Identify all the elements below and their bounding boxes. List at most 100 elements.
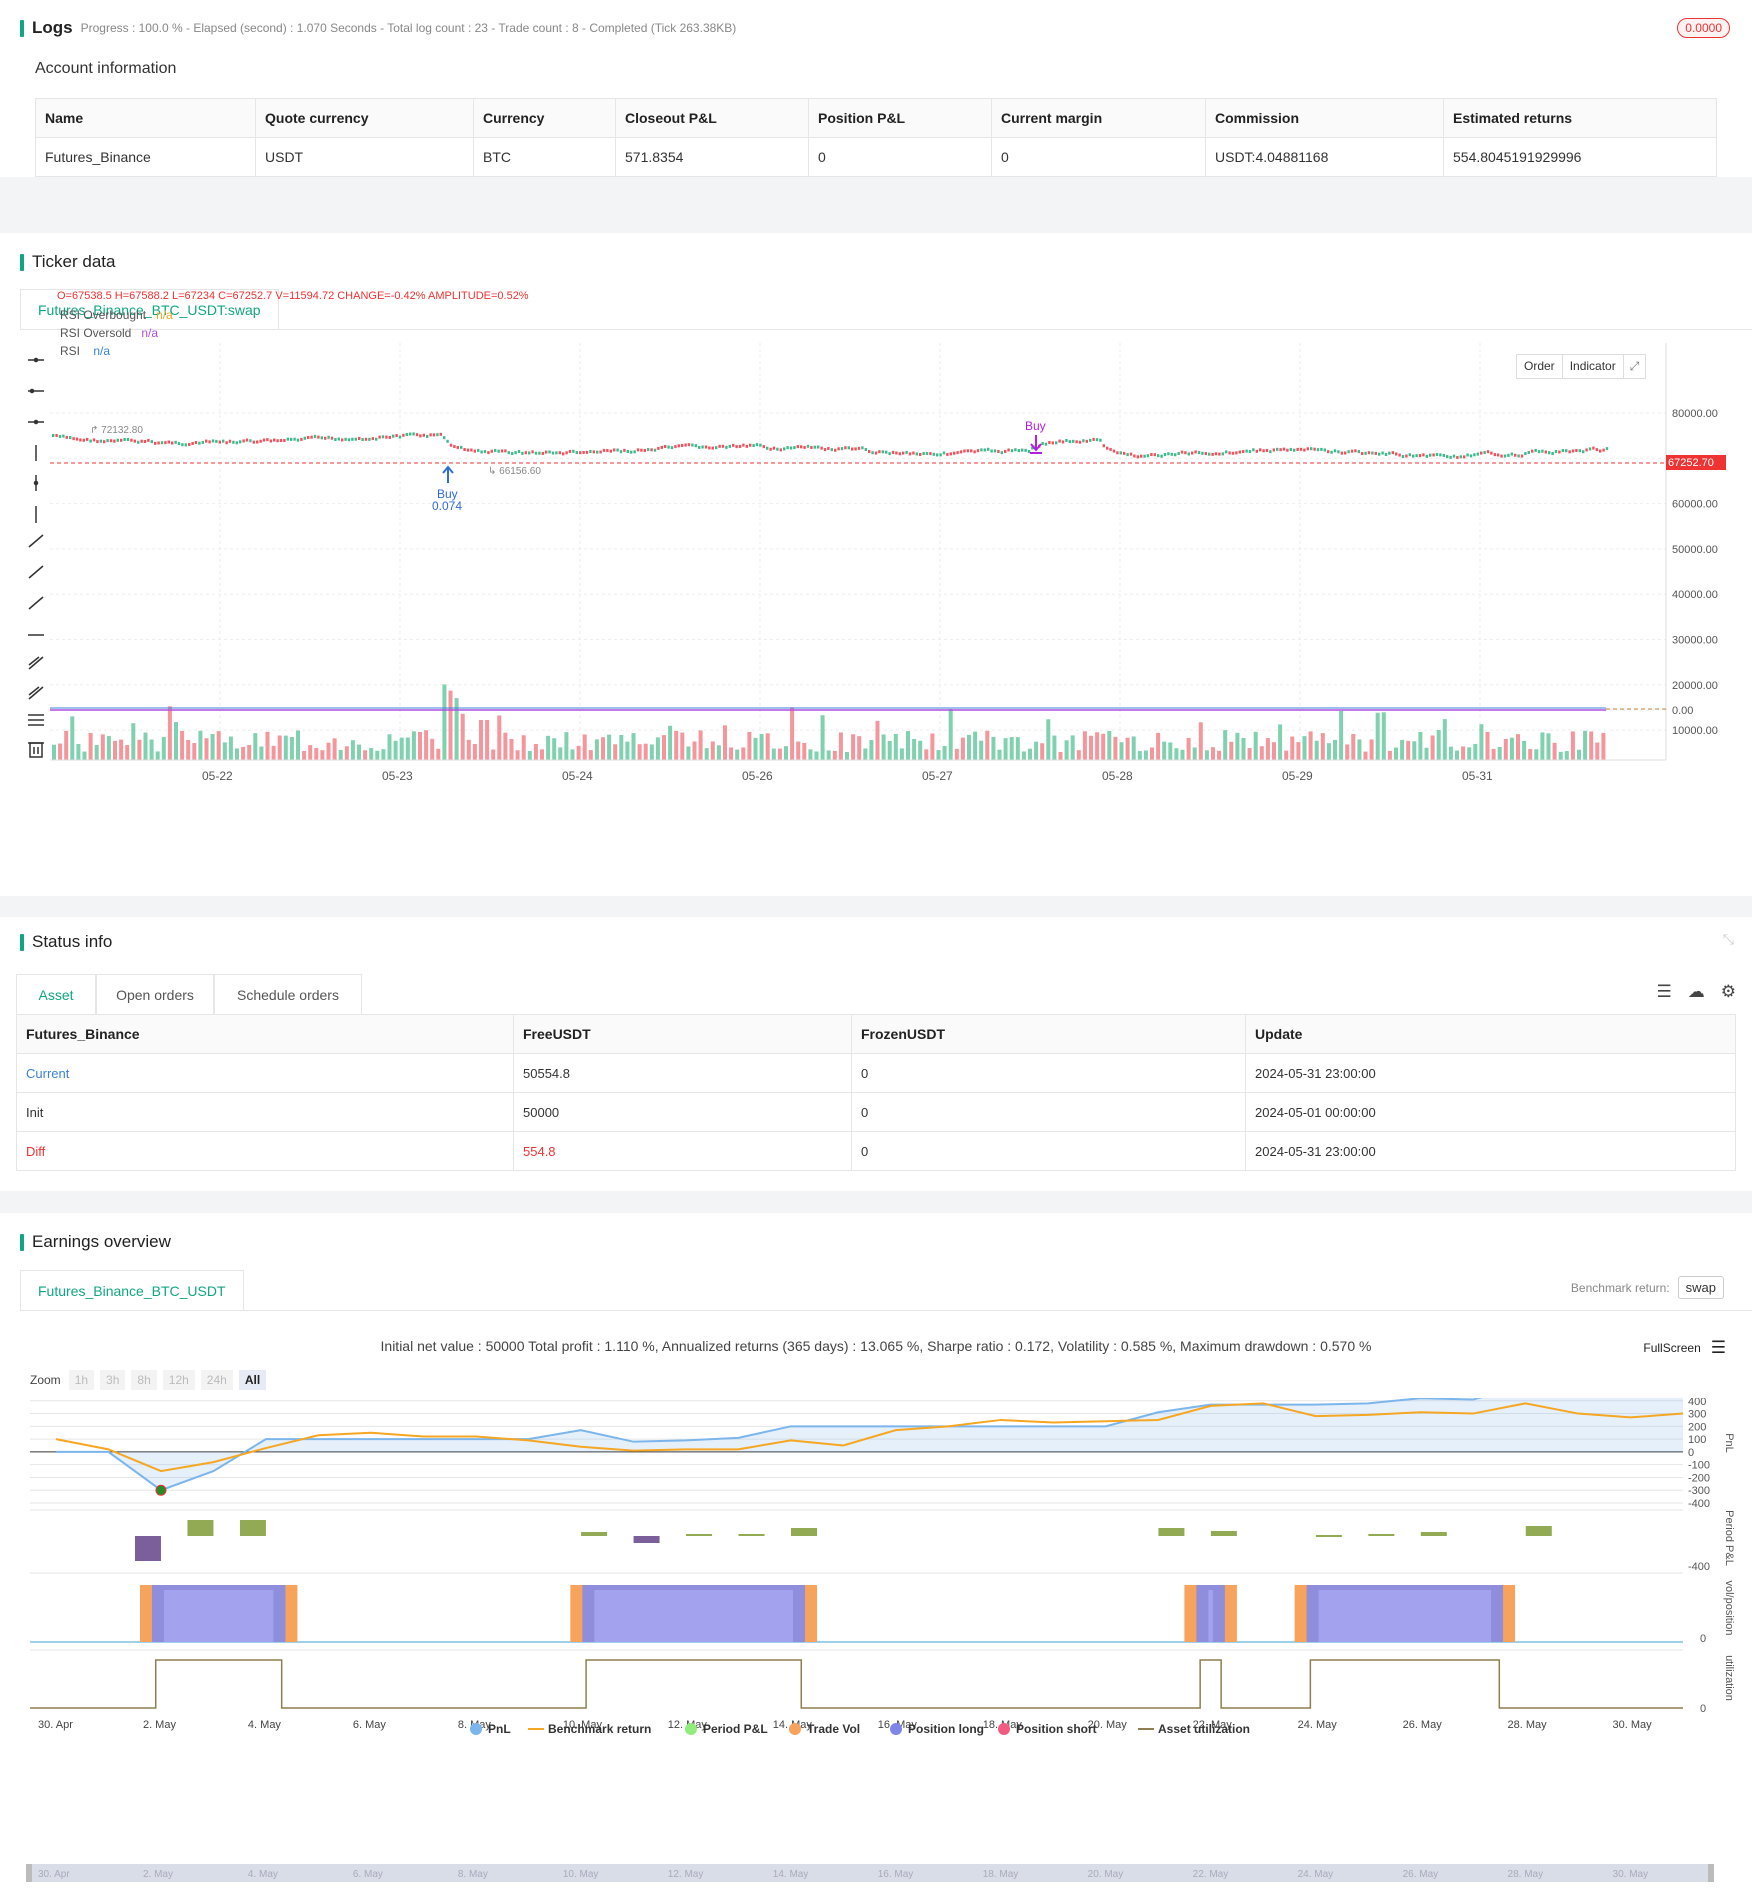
candle bbox=[1520, 454, 1524, 458]
zoom-8h[interactable]: 8h bbox=[131, 1370, 157, 1390]
tab-asset[interactable]: Asset bbox=[16, 974, 96, 1014]
tab-schedule-orders[interactable]: Schedule orders bbox=[214, 974, 362, 1014]
candle bbox=[205, 439, 208, 443]
candle bbox=[82, 438, 85, 442]
candle bbox=[636, 448, 640, 452]
candle bbox=[79, 438, 82, 442]
volume-bar bbox=[948, 708, 953, 760]
row-label[interactable]: Current bbox=[16, 1053, 514, 1093]
candle bbox=[861, 446, 864, 450]
list-icon[interactable]: ☰ bbox=[1657, 982, 1672, 1002]
volume-bar bbox=[1168, 742, 1173, 760]
candle bbox=[1296, 447, 1299, 451]
volume-bar bbox=[1101, 733, 1106, 760]
price-tick-label: 60000.00 bbox=[1672, 499, 1718, 511]
buy-mark-1[interactable]: Buy 0.074 bbox=[432, 465, 462, 513]
candle bbox=[793, 446, 796, 450]
volume-bar bbox=[1448, 746, 1453, 760]
zoom-24h[interactable]: 24h bbox=[200, 1370, 233, 1390]
earnings-legend[interactable]: PnL Benchmark return Period P&L Trade Vol Po… bbox=[470, 1722, 1250, 1736]
volume-bar bbox=[1272, 742, 1276, 760]
volume-bar bbox=[1509, 737, 1514, 760]
candle bbox=[392, 434, 395, 438]
volume-bar bbox=[662, 735, 666, 760]
volume-bar bbox=[741, 747, 746, 760]
zoom-all[interactable]: All bbox=[238, 1370, 267, 1390]
kline-chart[interactable]: 80000.0070000.0060000.0050000.0040000.00… bbox=[0, 343, 1752, 823]
legend-symbol bbox=[890, 1723, 902, 1735]
navigator-handle-right[interactable] bbox=[1708, 1864, 1714, 1882]
candle bbox=[1102, 444, 1105, 448]
volume-bar bbox=[308, 745, 313, 760]
candle bbox=[538, 451, 541, 455]
pnl-tick-label: 200 bbox=[1688, 1421, 1706, 1433]
volume-bar bbox=[491, 749, 496, 760]
collapse-icon[interactable]: ⤡ bbox=[1723, 931, 1734, 948]
legend-item[interactable]: Benchmark return bbox=[528, 1722, 651, 1736]
price-tick-label: 10000.00 bbox=[1672, 725, 1718, 737]
candle bbox=[1361, 452, 1364, 456]
fullscreen-button[interactable]: FullScreen ☰ bbox=[1643, 1338, 1726, 1358]
pnl-tick-label: 0 bbox=[1688, 1447, 1694, 1459]
volume-bar bbox=[973, 731, 978, 760]
candle bbox=[1116, 451, 1119, 455]
candle bbox=[1371, 451, 1374, 455]
candle bbox=[881, 450, 884, 454]
menu-icon[interactable]: ☰ bbox=[1711, 1338, 1726, 1358]
volume-bar bbox=[137, 739, 142, 760]
volume-bar bbox=[1223, 730, 1228, 760]
candle bbox=[1248, 450, 1252, 454]
volume-bar bbox=[784, 746, 788, 760]
volume-bar bbox=[960, 737, 965, 760]
period-pnl-plot: -400 bbox=[30, 1509, 1710, 1573]
candle bbox=[1143, 454, 1146, 458]
volume-bar bbox=[167, 706, 172, 760]
candle bbox=[1517, 454, 1520, 458]
candle bbox=[1024, 448, 1027, 452]
zoom-3h[interactable]: 3h bbox=[100, 1370, 126, 1390]
candle bbox=[925, 452, 929, 456]
volume-bar bbox=[350, 740, 355, 760]
candle bbox=[684, 443, 687, 447]
volume-bar bbox=[1333, 739, 1337, 760]
tab-open-orders[interactable]: Open orders bbox=[96, 974, 214, 1014]
candle bbox=[1456, 455, 1459, 459]
legend-item[interactable]: Asset utilization bbox=[1138, 1722, 1250, 1736]
candle bbox=[783, 447, 786, 451]
navigator[interactable] bbox=[26, 1864, 1714, 1882]
candle bbox=[1044, 442, 1048, 446]
legend-rsi-oversold: RSI Oversold n/a bbox=[60, 326, 159, 340]
tab-earnings-symbol[interactable]: Futures_Binance_BTC_USDT bbox=[20, 1270, 244, 1310]
row-label: Diff bbox=[16, 1131, 514, 1171]
candle bbox=[1412, 454, 1415, 458]
benchmark-select[interactable]: swap bbox=[1677, 1276, 1724, 1299]
candle bbox=[589, 450, 592, 454]
pnl-tick-label: -200 bbox=[1688, 1472, 1710, 1484]
earnings-chart[interactable]: 5004003002001000-100-200-300-400 -400 0 … bbox=[0, 1398, 1752, 1891]
cell-current-margin: 0 bbox=[991, 137, 1206, 177]
candle bbox=[1344, 451, 1347, 455]
candle bbox=[1221, 452, 1224, 456]
candle bbox=[483, 450, 487, 454]
cloud-download-icon[interactable]: ☁ bbox=[1688, 982, 1705, 1002]
candle bbox=[711, 446, 714, 450]
candle bbox=[500, 449, 504, 453]
candle bbox=[800, 445, 803, 449]
legend-item[interactable]: PnL bbox=[470, 1722, 511, 1736]
candle bbox=[1150, 453, 1153, 457]
logs-badge: 0.0000 bbox=[1677, 18, 1730, 38]
buy-mark-2[interactable]: Buy bbox=[1025, 419, 1046, 454]
volume-bar bbox=[735, 749, 740, 760]
navigator-handle-left[interactable] bbox=[26, 1864, 32, 1882]
zoom-12h[interactable]: 12h bbox=[162, 1370, 195, 1390]
candle bbox=[133, 439, 136, 443]
candle bbox=[1259, 448, 1262, 452]
zoom-1h[interactable]: 1h bbox=[68, 1370, 95, 1390]
candle bbox=[99, 439, 102, 443]
axis-title: utilization bbox=[1723, 1655, 1735, 1701]
candle bbox=[1004, 449, 1007, 453]
volume-bar bbox=[143, 732, 148, 760]
gear-icon[interactable]: ⚙ bbox=[1721, 982, 1736, 1002]
volume-bar bbox=[1125, 737, 1130, 760]
volume-bar bbox=[131, 723, 136, 760]
